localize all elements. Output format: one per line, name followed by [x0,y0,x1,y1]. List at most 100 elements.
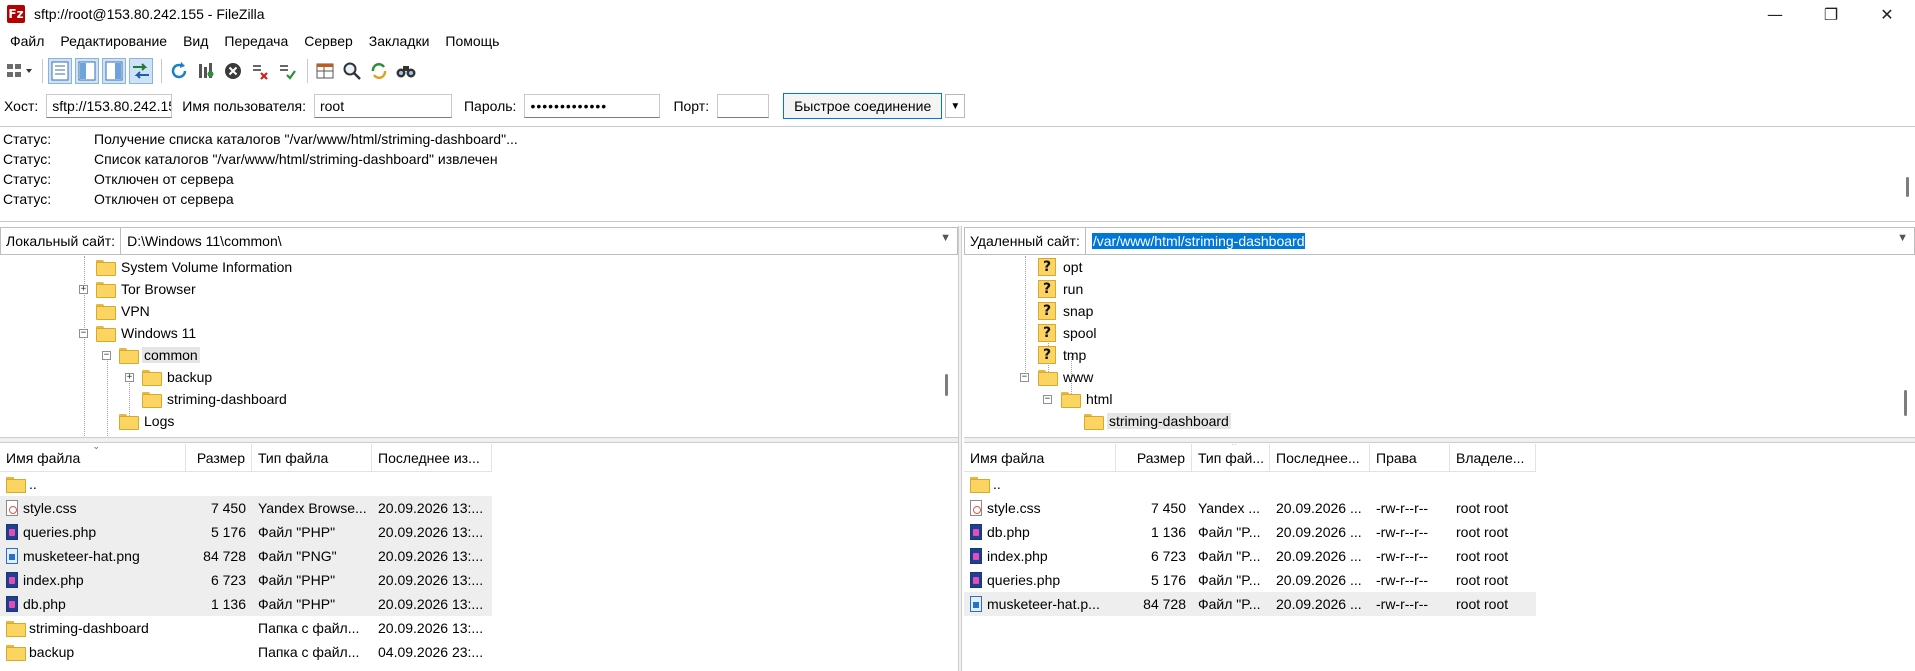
file-row[interactable]: striming-dashboard Папка с файл... 20.09… [0,616,492,640]
column-modified[interactable]: Последнее из... [372,444,492,471]
reconnect-button[interactable] [275,58,299,84]
port-input[interactable] [717,94,770,118]
chevron-down-icon[interactable]: ▼ [1897,232,1908,244]
file-size: 7 450 [1150,500,1186,516]
file-row[interactable]: backup Папка с файл... 04.09.2026 23:... [0,640,492,664]
search-remote-files-button[interactable] [394,58,418,84]
file-row[interactable]: .. [0,472,492,496]
column-label: Права [1376,449,1417,466]
quickconnect-button[interactable]: Быстрое соединение [783,93,943,119]
tree-item[interactable]: Logs [119,410,176,432]
file-row[interactable]: .. [964,472,1536,496]
tree-item-selected[interactable]: common [119,344,200,366]
username-input[interactable]: root [313,94,452,118]
maximize-button[interactable]: ❐ [1803,0,1859,28]
column-owner[interactable]: Владеле... [1450,444,1536,471]
remote-path-combobox[interactable]: /var/www/html/striming-dashboard ▼ [1086,228,1914,254]
file-modified: 20.09.2026 13:... [378,500,484,516]
tree-item[interactable]: ? spool [1038,322,1098,344]
menu-bookmarks[interactable]: Закладки [361,33,438,49]
log-scrollbar[interactable] [1906,177,1909,197]
pane-splitter[interactable] [958,226,962,671]
file-row[interactable]: queries.php 5 176 Файл "P... 20.09.2026 … [964,568,1536,592]
local-site-label: Локальный сайт: [1,228,122,254]
collapse-icon[interactable]: − [1020,373,1029,382]
tree-item[interactable]: html [1061,388,1114,410]
expand-icon[interactable]: + [125,373,134,382]
quickconnect-history-dropdown[interactable]: ▼ [945,94,966,118]
file-row[interactable]: style.css 7 450 Yandex ... 20.09.2026 ..… [964,496,1536,520]
site-manager-button[interactable] [4,58,34,84]
tree-item[interactable]: ? run [1038,278,1085,300]
column-filename[interactable]: Имя файла [964,444,1116,471]
remote-splitter[interactable] [964,437,1915,443]
directory-filter-button[interactable] [313,58,337,84]
folder-icon [96,326,116,342]
tree-item[interactable]: ? tmp [1038,344,1088,366]
synchronized-browsing-button[interactable] [367,58,391,84]
column-filetype[interactable]: Тип файла [252,444,372,471]
tree-item[interactable]: VPN [96,300,152,322]
file-row[interactable]: index.php 6 723 Файл "P... 20.09.2026 ..… [964,544,1536,568]
column-filetype[interactable]: Тип фай... ⌃ [1192,444,1270,471]
column-modified[interactable]: Последнее... [1270,444,1370,471]
unknown-folder-icon: ? [1038,324,1056,342]
toggle-local-tree-button[interactable] [75,58,99,84]
tree-item-selected[interactable]: striming-dashboard [1084,410,1231,432]
toggle-transfer-queue-button[interactable] [129,58,153,84]
minimize-button[interactable]: — [1747,0,1803,28]
tree-item[interactable]: striming-dashboard [142,388,289,410]
file-name: style.css [987,500,1041,516]
password-input[interactable]: ••••••••••••• [524,94,661,118]
host-input[interactable]: sftp://153.80.242.155 [46,94,173,118]
tree-item[interactable]: www [1038,366,1095,388]
file-owner: root root [1456,548,1509,564]
menu-edit[interactable]: Редактирование [52,33,175,49]
local-path-combobox[interactable]: D:\Windows 11\common\ ▼ [121,228,957,254]
file-size: 5 176 [1150,572,1186,588]
menu-transfer[interactable]: Передача [216,33,296,49]
column-size[interactable]: Размер [1116,444,1192,471]
local-tree-scrollbar[interactable] [945,374,948,396]
unknown-folder-icon: ? [1038,258,1056,276]
file-row-selected[interactable]: queries.php 5 176 Файл "PHP" 20.09.2026 … [0,520,492,544]
tree-item[interactable]: Windows 11 [96,322,198,344]
tree-item[interactable]: Tor Browser [96,278,198,300]
column-permissions[interactable]: Права [1370,444,1450,471]
tree-item-label: System Volume Information [121,259,293,275]
collapse-icon[interactable]: − [1043,395,1052,404]
folder-icon [96,304,116,320]
column-size[interactable]: Размер [186,444,252,471]
tree-item[interactable]: ? opt [1038,256,1084,278]
file-row-selected[interactable]: musketeer-hat.png 84 728 Файл "PNG" 20.0… [0,544,492,568]
expand-icon[interactable]: + [79,285,88,294]
remote-tree-scrollbar[interactable] [1904,390,1907,416]
tree-item[interactable]: backup [142,366,214,388]
column-filename[interactable]: Имя файла ⌄ [0,444,186,471]
menu-server[interactable]: Сервер [296,33,361,49]
menu-view[interactable]: Вид [175,33,216,49]
refresh-button[interactable] [167,58,191,84]
local-splitter[interactable] [0,437,958,443]
collapse-icon[interactable]: − [79,329,88,338]
toggle-remote-tree-button[interactable] [102,58,126,84]
disconnect-button[interactable] [248,58,272,84]
collapse-icon[interactable]: − [102,351,111,360]
chevron-down-icon[interactable]: ▼ [940,232,951,244]
cancel-operation-button[interactable] [221,58,245,84]
file-row-selected[interactable]: db.php 1 136 Файл "PHP" 20.09.2026 13:..… [0,592,492,616]
menu-file[interactable]: Файл [2,33,52,49]
file-row[interactable]: db.php 1 136 Файл "P... 20.09.2026 ... -… [964,520,1536,544]
file-row-selected[interactable]: musketeer-hat.p... 84 728 Файл "P... 20.… [964,592,1536,616]
menu-help[interactable]: Помощь [437,33,507,49]
file-row-selected[interactable]: style.css 7 450 Yandex Browse... 20.09.2… [0,496,492,520]
file-row-selected[interactable]: index.php 6 723 Файл "PHP" 20.09.2026 13… [0,568,492,592]
tree-item[interactable]: ? snap [1038,300,1095,322]
process-queue-button[interactable] [194,58,218,84]
directory-compare-button[interactable] [340,58,364,84]
toggle-log-button[interactable] [48,58,72,84]
column-label: Имя файла [970,449,1045,466]
tree-item[interactable]: System Volume Information [96,256,294,278]
close-button[interactable]: ✕ [1859,0,1915,28]
file-modified: 04.09.2026 23:... [378,644,484,660]
